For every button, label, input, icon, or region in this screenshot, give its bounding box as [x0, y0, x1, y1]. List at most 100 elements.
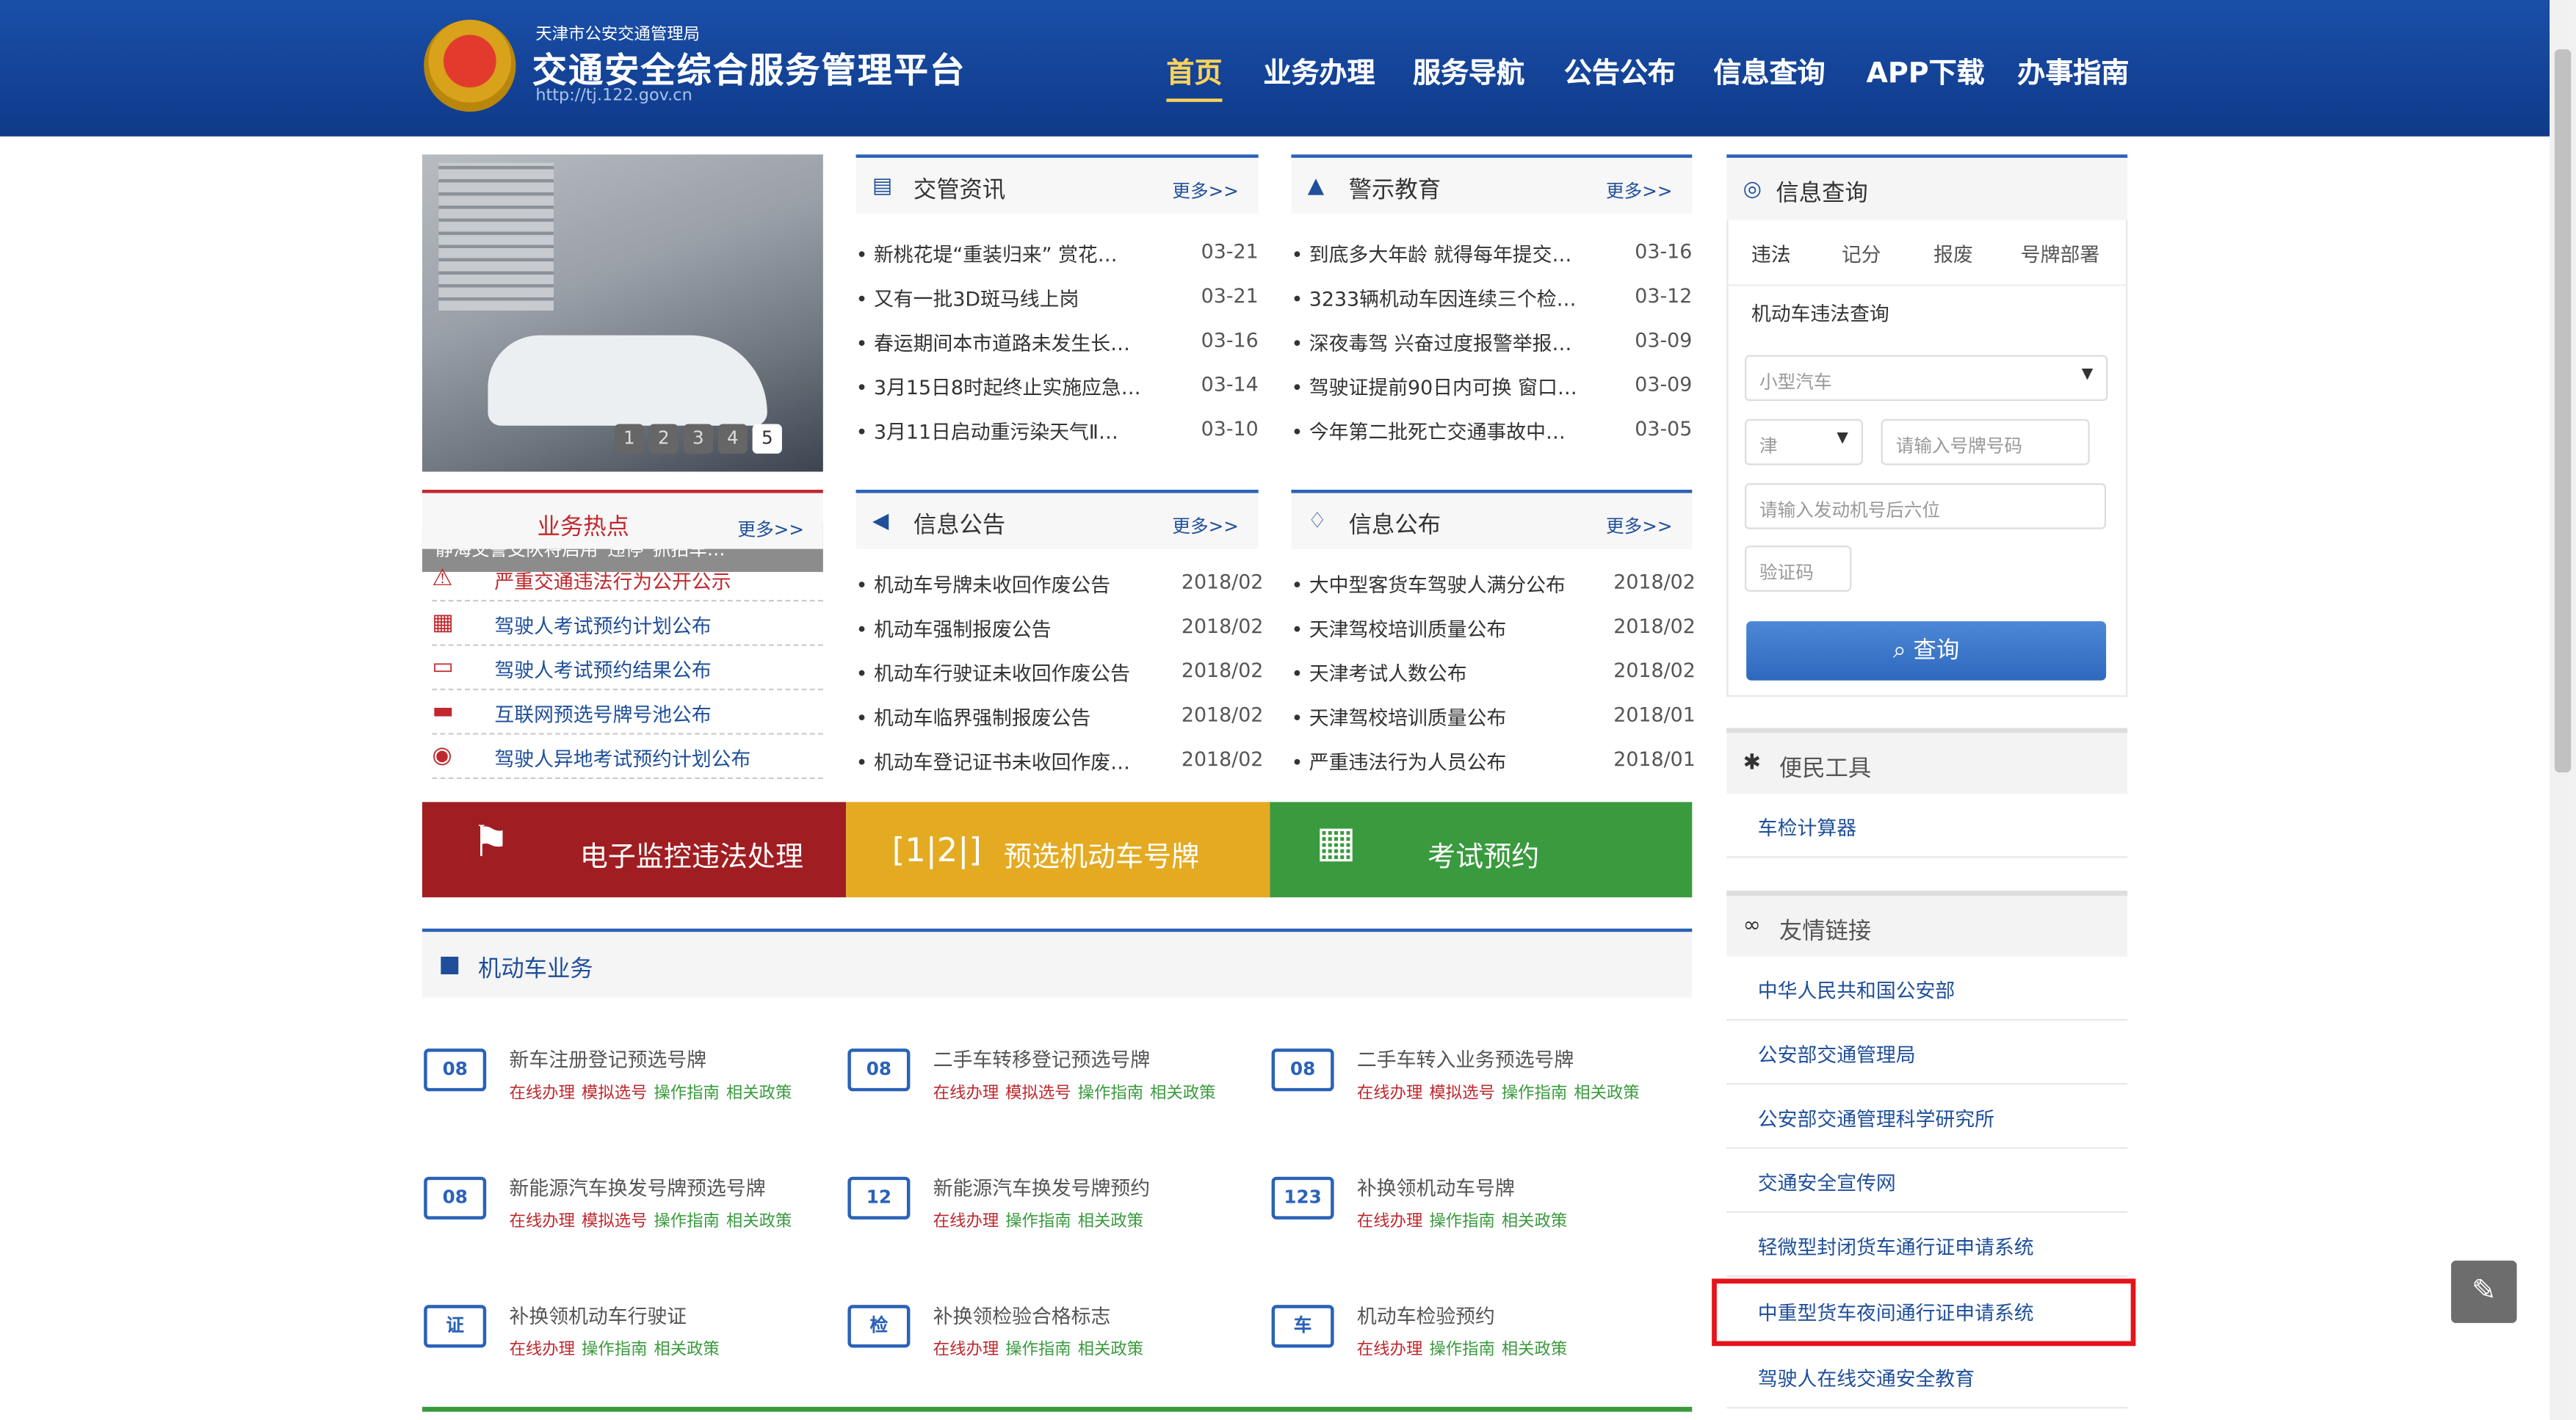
friend-link[interactable]: 轻微型封闭货车通行证申请系统 — [1726, 1213, 2128, 1278]
electronic-violation-button[interactable]: ⚑ 电子监控违法处理 — [422, 802, 847, 898]
service-item[interactable]: 12 新能源汽车换发号牌预约 在线办理 操作指南 相关政策 — [847, 1167, 1266, 1249]
news-item[interactable]: • 3月15日8时起终止实施应急… 03-14 — [856, 373, 1259, 401]
carousel-page[interactable]: 4 — [717, 424, 748, 454]
guide-link[interactable]: 操作指南 — [1005, 1213, 1071, 1231]
hot-item[interactable]: ⚠ 严重交通违法行为公开公示 — [432, 562, 823, 602]
friend-link[interactable]: 公安部交通管理局 — [1726, 1021, 2128, 1085]
friend-link[interactable]: 中华人民共和国公安部 — [1726, 957, 2128, 1021]
online-link[interactable]: 在线办理 — [1357, 1341, 1422, 1360]
hot-item[interactable]: ◉ 驾驶人异地考试预约计划公布 — [432, 739, 823, 780]
simulate-link[interactable]: 模拟选号 — [1429, 1084, 1494, 1103]
service-item[interactable]: 车 机动车检验预约 在线办理 操作指南 相关政策 — [1271, 1295, 1690, 1377]
carousel-page[interactable]: 2 — [648, 424, 679, 454]
tab-scrap[interactable]: 报废 — [1933, 240, 1973, 268]
plate-number-input[interactable]: 请输入号牌号码 — [1881, 419, 2090, 466]
service-item[interactable]: 08 新能源汽车换发号牌预选号牌 在线办理 模拟选号 操作指南 相关政策 — [424, 1167, 842, 1249]
policy-link[interactable]: 相关政策 — [1150, 1084, 1215, 1103]
friend-link[interactable]: 交通安全宣传网 — [1726, 1149, 2128, 1213]
nav-service-guide[interactable]: 服务导航 — [1413, 49, 1524, 90]
tab-points[interactable]: 记分 — [1842, 240, 1881, 268]
nav-business[interactable]: 业务办理 — [1263, 49, 1375, 90]
news-item[interactable]: • 到底多大年龄 就得每年提交… 03-16 — [1291, 240, 1692, 268]
carousel-page[interactable]: 1 — [614, 424, 644, 454]
news-item[interactable]: • 天津驾校培训质量公布 2018/02 — [1291, 615, 1695, 642]
news-item[interactable]: • 机动车行驶证未收回作废公告 2018/02 — [856, 659, 1264, 687]
simulate-link[interactable]: 模拟选号 — [1005, 1084, 1071, 1103]
news-item[interactable]: • 3月11日启动重污染天气Ⅱ… 03-10 — [856, 418, 1259, 446]
online-link[interactable]: 在线办理 — [510, 1213, 575, 1231]
car-type-select[interactable]: 小型汽车 ▼ — [1744, 355, 2108, 402]
news-item[interactable]: • 天津驾校培训质量公布 2018/01 — [1291, 703, 1695, 731]
tool-link[interactable]: 车检计算器 — [1726, 794, 2128, 858]
query-button[interactable]: ⌕ 查询 — [1746, 621, 2107, 681]
more-link[interactable]: 更多>> — [738, 516, 804, 543]
policy-link[interactable]: 相关政策 — [1502, 1213, 1567, 1231]
guide-link[interactable]: 操作指南 — [654, 1084, 719, 1103]
policy-link[interactable]: 相关政策 — [1078, 1341, 1143, 1360]
carousel-page[interactable]: 3 — [683, 424, 713, 454]
guide-link[interactable]: 操作指南 — [1005, 1341, 1071, 1360]
service-item[interactable]: 检 补换领检验合格标志 在线办理 操作指南 相关政策 — [847, 1295, 1266, 1377]
edit-feedback-icon[interactable]: ✎ — [2450, 1260, 2517, 1323]
online-link[interactable]: 在线办理 — [933, 1084, 999, 1103]
guide-link[interactable]: 操作指南 — [582, 1341, 647, 1360]
news-item[interactable]: • 机动车临界强制报废公告 2018/02 — [856, 703, 1264, 731]
more-link[interactable]: 更多>> — [1606, 512, 1672, 539]
guide-link[interactable]: 操作指南 — [1429, 1213, 1494, 1231]
news-item[interactable]: • 新桃花堤“重装归来” 赏花… 03-21 — [856, 240, 1259, 268]
tab-violation[interactable]: 违法 — [1751, 240, 1791, 268]
more-link[interactable]: 更多>> — [1606, 178, 1672, 204]
more-link[interactable]: 更多>> — [1172, 178, 1238, 204]
online-link[interactable]: 在线办理 — [510, 1084, 575, 1103]
friend-link[interactable]: 驾驶人在线交通安全教育 — [1726, 1344, 2128, 1409]
news-item[interactable]: • 天津考试人数公布 2018/02 — [1291, 659, 1695, 687]
friend-link[interactable]: 公安部交通管理科学研究所 — [1726, 1084, 2128, 1149]
news-item[interactable]: • 机动车号牌未收回作废公告 2018/02 — [856, 570, 1264, 598]
policy-link[interactable]: 相关政策 — [726, 1213, 792, 1231]
news-item[interactable]: • 深夜毒驾 兴奋过度报警举报… 03-09 — [1291, 329, 1692, 357]
news-item[interactable]: • 3233辆机动车因连续三个检… 03-12 — [1291, 284, 1692, 312]
policy-link[interactable]: 相关政策 — [1574, 1084, 1639, 1103]
guide-link[interactable]: 操作指南 — [1078, 1084, 1143, 1103]
online-link[interactable]: 在线办理 — [933, 1213, 999, 1231]
service-item[interactable]: 证 补换领机动车行驶证 在线办理 操作指南 相关政策 — [424, 1295, 842, 1377]
news-item[interactable]: • 机动车登记证书未收回作废… 2018/02 — [856, 747, 1264, 775]
policy-link[interactable]: 相关政策 — [1078, 1213, 1143, 1231]
carousel-page-active[interactable]: 5 — [752, 424, 782, 454]
simulate-link[interactable]: 模拟选号 — [582, 1084, 647, 1103]
nav-announcements[interactable]: 公告公布 — [1564, 49, 1676, 90]
news-item[interactable]: • 又有一批3D斑马线上岗 03-21 — [856, 284, 1259, 312]
site-title[interactable]: 交通安全综合服务管理平台 — [532, 44, 966, 93]
service-item[interactable]: 123 补换领机动车号牌 在线办理 操作指南 相关政策 — [1271, 1167, 1690, 1249]
online-link[interactable]: 在线办理 — [510, 1341, 575, 1360]
simulate-link[interactable]: 模拟选号 — [582, 1213, 647, 1231]
exam-booking-button[interactable]: ▦ 考试预约 — [1270, 802, 1693, 898]
nav-app-download[interactable]: APP下载 — [1866, 49, 1984, 90]
nav-guide[interactable]: 办事指南 — [2017, 49, 2129, 90]
service-item[interactable]: 08 二手车转入业务预选号牌 在线办理 模拟选号 操作指南 相关政策 — [1271, 1039, 1690, 1121]
news-item[interactable]: • 驾驶证提前90日内可换 窗口… 03-09 — [1291, 373, 1692, 401]
more-link[interactable]: 更多>> — [1172, 512, 1238, 539]
online-link[interactable]: 在线办理 — [1357, 1213, 1422, 1231]
online-link[interactable]: 在线办理 — [933, 1341, 999, 1360]
hot-item[interactable]: ▭ 驾驶人考试预约结果公布 — [432, 651, 823, 691]
tab-plate-deploy[interactable]: 号牌部署 — [2021, 240, 2099, 268]
news-item[interactable]: • 大中型客货车驾驶人满分公布 2018/02 — [1291, 570, 1695, 598]
hot-item[interactable]: ▦ 驾驶人考试预约计划公布 — [432, 606, 823, 646]
engine-number-input[interactable]: 请输入发动机号后六位 — [1744, 483, 2107, 529]
news-item[interactable]: • 春运期间本市道路未发生长… 03-16 — [856, 329, 1259, 357]
province-select[interactable]: 津 ▼ — [1744, 419, 1863, 466]
nav-home[interactable]: 首页 — [1166, 49, 1222, 90]
captcha-input[interactable]: 验证码 — [1744, 546, 1852, 592]
news-item[interactable]: • 严重违法行为人员公布 2018/01 — [1291, 747, 1695, 775]
nav-info-query[interactable]: 信息查询 — [1713, 49, 1825, 90]
news-item[interactable]: • 今年第二批死亡交通事故中… 03-05 — [1291, 418, 1692, 446]
guide-link[interactable]: 操作指南 — [1502, 1084, 1567, 1103]
hot-item[interactable]: ▬ 互联网预选号牌号池公布 — [432, 695, 823, 735]
preselect-plate-button[interactable]: [1|2|] 预选机动车号牌 — [846, 802, 1270, 898]
policy-link[interactable]: 相关政策 — [726, 1084, 792, 1103]
service-item[interactable]: 08 二手车转移登记预选号牌 在线办理 模拟选号 操作指南 相关政策 — [847, 1039, 1266, 1121]
guide-link[interactable]: 操作指南 — [654, 1213, 719, 1231]
online-link[interactable]: 在线办理 — [1357, 1084, 1422, 1103]
scrollbar-thumb[interactable] — [2554, 49, 2572, 773]
